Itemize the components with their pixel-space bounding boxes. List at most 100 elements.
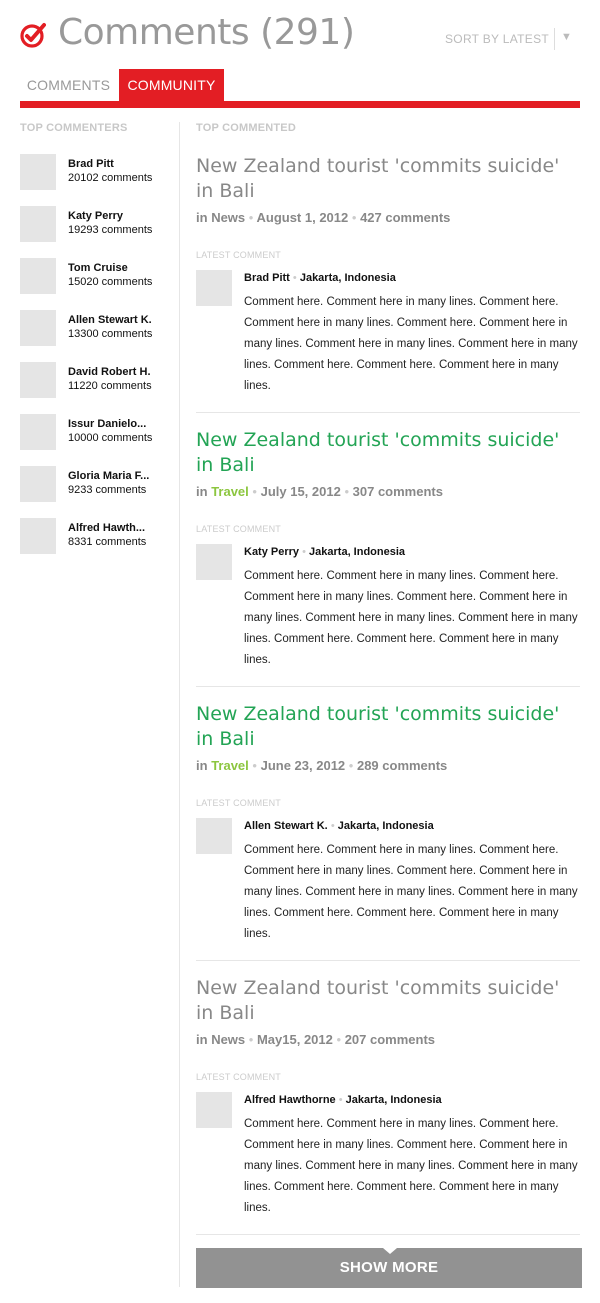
meta-separator: • (252, 758, 257, 773)
avatar[interactable] (196, 818, 232, 854)
avatar[interactable] (20, 206, 56, 242)
comment-header: Alfred Hawthorne • Jakarta, Indonesia (244, 1094, 442, 1106)
article-title-link[interactable]: New Zealand tourist 'commits suicide' in… (196, 702, 580, 752)
meta-separator: • (351, 210, 357, 225)
commenter-item[interactable]: David Robert H. 11220 comments (20, 360, 170, 412)
article-title-link[interactable]: New Zealand tourist 'commits suicide' in… (196, 976, 580, 1026)
commenter-count: 20102 comments (68, 172, 153, 184)
article-divider (196, 1234, 580, 1235)
meta-separator: • (344, 484, 350, 499)
latest-comment-label: LATEST COMMENT (196, 524, 281, 534)
comment-count-link[interactable]: 427 comments (360, 210, 450, 225)
tab-comments[interactable]: COMMENTS (20, 69, 117, 101)
commenter-name[interactable]: Tom Cruise (68, 262, 128, 274)
article-divider (196, 412, 580, 413)
avatar[interactable] (196, 270, 232, 306)
article-date: June 23, 2012 (260, 758, 346, 773)
comment-location: Jakarta, Indonesia (345, 1094, 442, 1106)
commenter-item[interactable]: Alfred Hawth... 8331 comments (20, 516, 170, 568)
article-item: New Zealand tourist 'commits suicide' in… (196, 698, 580, 972)
commenter-name[interactable]: Brad Pitt (68, 158, 114, 170)
article-date: July 15, 2012 (260, 484, 341, 499)
comment-author-link[interactable]: Brad Pitt (244, 272, 290, 284)
tab-bar: COMMENTS COMMUNITY (20, 69, 580, 109)
avatar[interactable] (196, 544, 232, 580)
comment-header: Allen Stewart K. • Jakarta, Indonesia (244, 820, 434, 832)
chevron-down-icon[interactable]: ▼ (561, 31, 572, 43)
avatar[interactable] (20, 362, 56, 398)
commenter-name[interactable]: Issur Danielo... (68, 418, 146, 430)
commenter-count: 9233 comments (68, 484, 147, 496)
commenter-item[interactable]: Issur Danielo... 10000 comments (20, 412, 170, 464)
avatar[interactable] (196, 1092, 232, 1128)
commenter-item[interactable]: Katy Perry 19293 comments (20, 204, 170, 256)
sort-divider (554, 28, 555, 50)
article-list: New Zealand tourist 'commits suicide' in… (196, 150, 580, 1246)
meta-in: in (196, 1032, 208, 1047)
sort-button[interactable]: SORT BY LATEST (445, 32, 549, 46)
commenter-name[interactable]: Gloria Maria F... (68, 470, 149, 482)
commenter-list: Brad Pitt 20102 comments Katy Perry 19293 c… (20, 152, 170, 568)
sidebar-title: TOP COMMENTERS (20, 122, 128, 134)
category-link[interactable]: News (211, 210, 245, 225)
tab-community[interactable]: COMMUNITY (119, 69, 224, 101)
avatar[interactable] (20, 466, 56, 502)
commenter-item[interactable]: Allen Stewart K. 13300 comments (20, 308, 170, 360)
comment-body: Comment here. Comment here in many lines… (244, 570, 578, 666)
comment-author-link[interactable]: Katy Perry (244, 546, 299, 558)
comment-count-link[interactable]: 307 comments (353, 484, 443, 499)
show-more-button[interactable]: SHOW MORE (196, 1248, 582, 1288)
comment-check-icon (20, 23, 46, 48)
notch-icon (383, 1248, 397, 1254)
article-divider (196, 960, 580, 961)
meta-separator: • (252, 484, 257, 499)
category-link[interactable]: News (211, 1032, 245, 1047)
comment-author-link[interactable]: Allen Stewart K. (244, 820, 328, 832)
commenter-item[interactable]: Brad Pitt 20102 comments (20, 152, 170, 204)
commenter-count: 11220 comments (68, 380, 152, 392)
avatar[interactable] (20, 310, 56, 346)
main-title: TOP COMMENTED (196, 122, 296, 134)
latest-comment-label: LATEST COMMENT (196, 798, 281, 808)
article-title-link[interactable]: New Zealand tourist 'commits suicide' in… (196, 154, 580, 204)
avatar[interactable] (20, 414, 56, 450)
commenter-name[interactable]: Alfred Hawth... (68, 522, 145, 534)
column-divider (179, 122, 180, 1287)
article-item: New Zealand tourist 'commits suicide' in… (196, 972, 580, 1246)
commenter-name[interactable]: David Robert H. (68, 366, 151, 378)
category-link[interactable]: Travel (211, 484, 249, 499)
article-meta: in News • August 1, 2012 • 427 comments (196, 210, 450, 225)
latest-comment-label: LATEST COMMENT (196, 250, 281, 260)
article-meta: in Travel • June 23, 2012 • 289 comments (196, 758, 447, 773)
meta-separator: • (248, 1032, 254, 1047)
article-meta: in Travel • July 15, 2012 • 307 comments (196, 484, 443, 499)
top-commenters-panel: TOP COMMENTERS Brad Pitt 20102 comments Ka… (20, 122, 170, 568)
comment-body: Comment here. Comment here in many lines… (244, 1118, 578, 1214)
article-title-link[interactable]: New Zealand tourist 'commits suicide' in… (196, 428, 580, 478)
commenter-name[interactable]: Allen Stewart K. (68, 314, 152, 326)
meta-in: in (196, 758, 208, 773)
comment-count-link[interactable]: 207 comments (345, 1032, 435, 1047)
avatar[interactable] (20, 154, 56, 190)
comment-body: Comment here. Comment here in many lines… (244, 296, 578, 392)
commenter-item[interactable]: Tom Cruise 15020 comments (20, 256, 170, 308)
meta-separator: • (248, 210, 254, 225)
commenter-count: 10000 comments (68, 432, 153, 444)
commenter-item[interactable]: Gloria Maria F... 9233 comments (20, 464, 170, 516)
meta-separator: • (336, 1032, 342, 1047)
comment-location: Jakarta, Indonesia (299, 272, 396, 284)
comment-location: Jakarta, Indonesia (309, 546, 406, 558)
avatar[interactable] (20, 518, 56, 554)
category-link[interactable]: Travel (211, 758, 249, 773)
meta-in: in (196, 210, 208, 225)
comment-author-link[interactable]: Alfred Hawthorne (244, 1094, 336, 1106)
commenter-name[interactable]: Katy Perry (68, 210, 123, 222)
comment-count-link[interactable]: 289 comments (357, 758, 447, 773)
meta-separator: • (348, 758, 354, 773)
comment-header: Katy Perry • Jakarta, Indonesia (244, 546, 405, 558)
article-divider (196, 686, 580, 687)
article-date: May15, 2012 (256, 1032, 333, 1047)
avatar[interactable] (20, 258, 56, 294)
meta-separator: • (292, 272, 297, 284)
comment-header: Brad Pitt • Jakarta, Indonesia (244, 272, 396, 284)
